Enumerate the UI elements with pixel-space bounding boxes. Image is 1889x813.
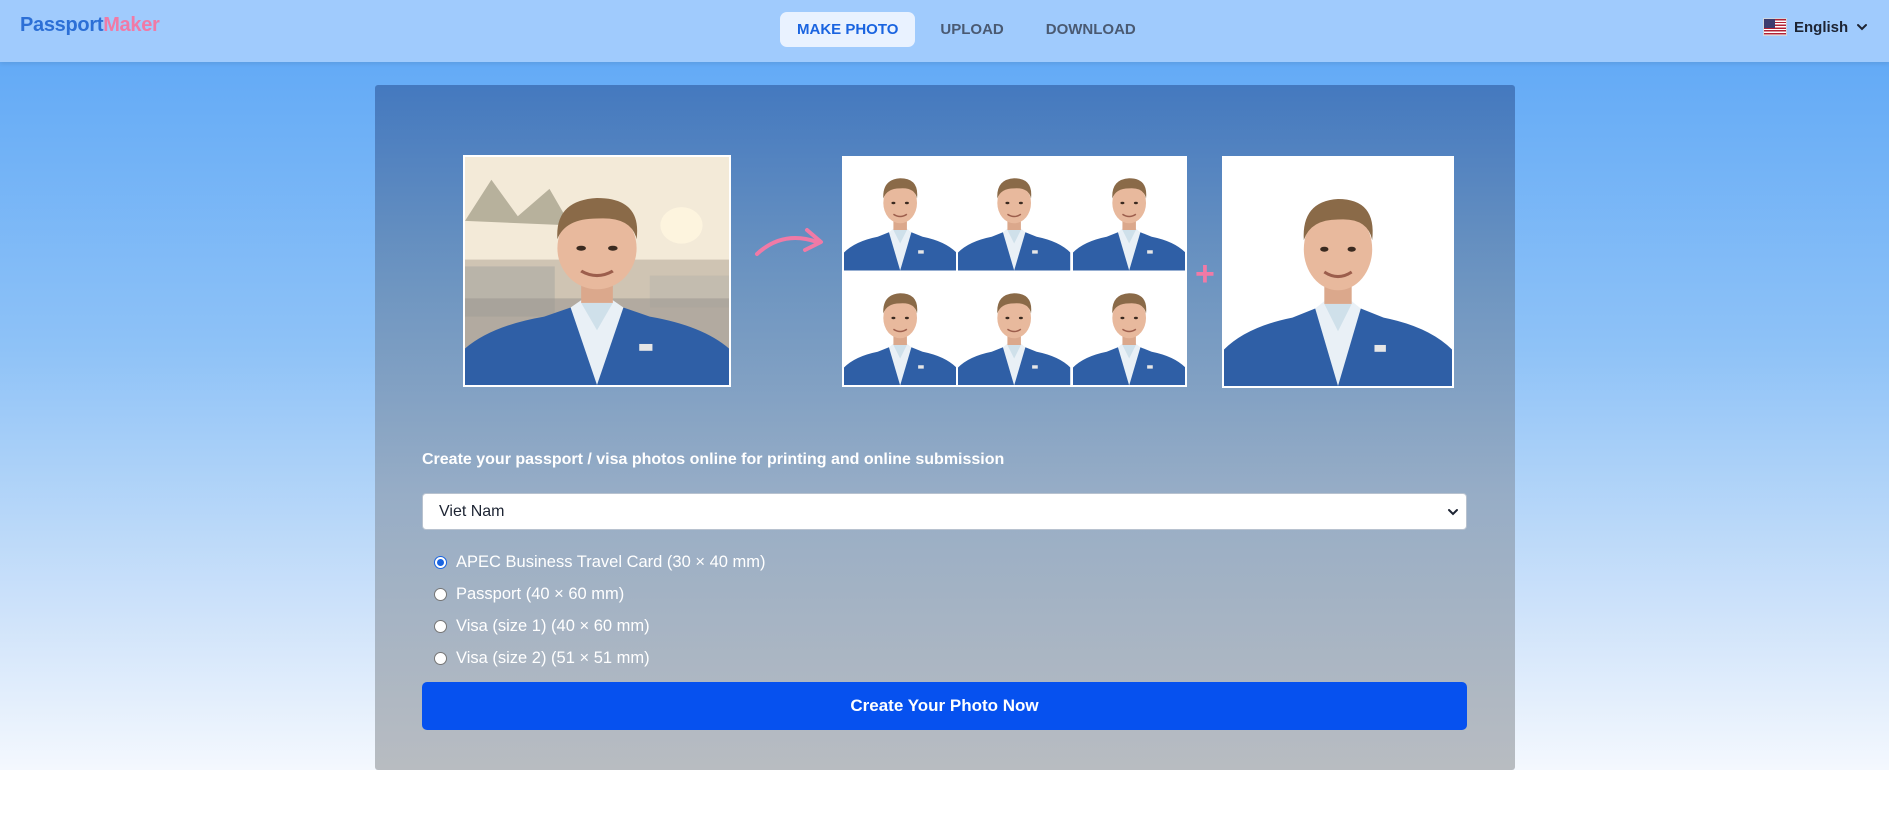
passport-photo-thumb xyxy=(844,158,957,271)
radio-button[interactable] xyxy=(434,619,447,633)
logo-part-1: Passport xyxy=(20,14,104,36)
page-tagline: Create your passport / visa photos onlin… xyxy=(422,451,1005,468)
top-navbar: PassportMaker MAKE PHOTO UPLOAD DOWNLOAD… xyxy=(0,0,1889,62)
print-sheet-preview xyxy=(842,156,1187,387)
option-apec-card[interactable]: APEC Business Travel Card (30 × 40 mm) xyxy=(434,546,766,578)
option-label: APEC Business Travel Card (30 × 40 mm) xyxy=(456,552,766,571)
chevron-down-icon xyxy=(1448,509,1458,516)
option-passport[interactable]: Passport (40 × 60 mm) xyxy=(434,578,766,610)
country-select-value: Viet Nam xyxy=(439,503,505,520)
photo-maker-card: + Create your passport / visa photos onl… xyxy=(375,85,1515,770)
nav-make-photo[interactable]: MAKE PHOTO xyxy=(780,12,916,47)
option-label: Visa (size 2) (51 × 51 mm) xyxy=(456,648,650,667)
radio-button[interactable] xyxy=(434,587,447,601)
digital-photo-preview xyxy=(1222,156,1454,388)
passport-photo-thumb xyxy=(1072,272,1185,385)
nav-download[interactable]: DOWNLOAD xyxy=(1029,12,1153,47)
passport-photo-thumb xyxy=(844,272,957,385)
passport-photo-thumb xyxy=(958,158,1071,271)
logo[interactable]: PassportMaker xyxy=(20,14,160,37)
main-nav: MAKE PHOTO UPLOAD DOWNLOAD xyxy=(780,12,1153,47)
curved-arrow-icon xyxy=(755,228,823,256)
option-visa-size-1[interactable]: Visa (size 1) (40 × 60 mm) xyxy=(434,610,766,642)
country-select[interactable]: Viet Nam xyxy=(422,493,1467,530)
us-flag-icon xyxy=(1763,18,1787,36)
radio-button[interactable] xyxy=(434,555,447,569)
radio-button[interactable] xyxy=(434,651,447,665)
passport-photo-thumb xyxy=(958,272,1071,385)
chevron-down-icon xyxy=(1857,24,1868,31)
passport-photo-thumb xyxy=(1072,158,1185,271)
plus-icon: + xyxy=(1195,255,1215,293)
language-label: English xyxy=(1794,18,1849,36)
logo-part-2: Maker xyxy=(103,14,160,36)
photo-type-options: APEC Business Travel Card (30 × 40 mm) P… xyxy=(434,546,766,674)
nav-upload[interactable]: UPLOAD xyxy=(923,12,1020,47)
option-label: Visa (size 1) (40 × 60 mm) xyxy=(456,616,650,635)
language-selector[interactable]: English xyxy=(1763,18,1869,36)
source-photo xyxy=(463,155,731,387)
create-photo-button[interactable]: Create Your Photo Now xyxy=(422,682,1467,730)
option-visa-size-2[interactable]: Visa (size 2) (51 × 51 mm) xyxy=(434,642,766,674)
option-label: Passport (40 × 60 mm) xyxy=(456,584,625,603)
